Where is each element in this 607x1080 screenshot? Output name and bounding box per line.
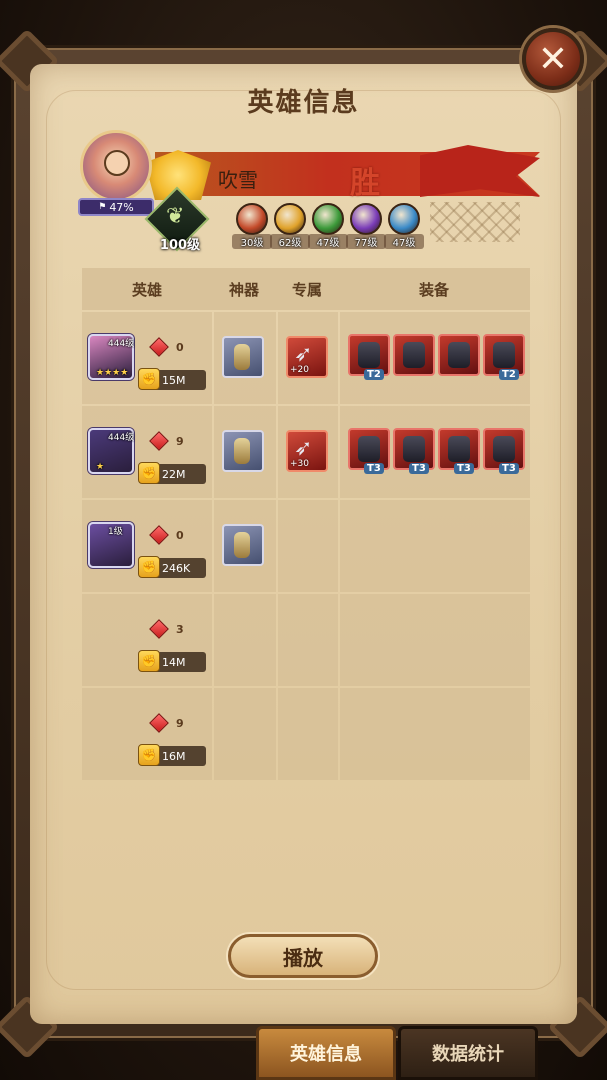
fist-icon: ✊ bbox=[138, 368, 160, 390]
armor-icon bbox=[448, 342, 470, 368]
page-title: 英雄信息 bbox=[247, 88, 360, 118]
cell-artifact bbox=[214, 688, 276, 780]
bow-icon: ➶ bbox=[294, 342, 313, 367]
table-row: 1级 0 246K ✊ bbox=[82, 500, 530, 592]
faction-level: 47级 bbox=[384, 234, 424, 249]
armor-icon bbox=[403, 436, 425, 462]
cell-exclusive bbox=[278, 594, 338, 686]
tab-hero-info[interactable]: 英雄信息 bbox=[256, 1026, 396, 1080]
header-hero: 英雄 bbox=[131, 280, 162, 299]
hero-stars: ★★★★ bbox=[96, 368, 129, 378]
tab-data-stats[interactable]: 数据统计 bbox=[398, 1026, 538, 1080]
close-icon: ✕ bbox=[537, 38, 569, 80]
faction-nature-icon bbox=[312, 203, 344, 235]
armor-icon bbox=[493, 436, 515, 462]
cell-artifact bbox=[214, 594, 276, 686]
cell-hero bbox=[82, 594, 212, 686]
faction-water-icon bbox=[388, 203, 420, 235]
player-level: 100级 bbox=[159, 238, 201, 253]
gem-count: 3 bbox=[176, 623, 184, 636]
equipment-item[interactable]: T3 bbox=[438, 428, 480, 474]
armor-icon bbox=[448, 436, 470, 462]
hero-level: 444级 bbox=[108, 339, 135, 349]
hero-level: 444级 bbox=[108, 433, 135, 443]
equipment-tier: T2 bbox=[499, 369, 519, 380]
cell-exclusive bbox=[278, 500, 338, 592]
artifact-item[interactable] bbox=[222, 430, 264, 472]
bow-icon: ➶ bbox=[294, 436, 313, 461]
hero-stars: ★ bbox=[96, 462, 105, 472]
gem-count: 0 bbox=[176, 529, 184, 542]
armor-icon bbox=[358, 436, 380, 462]
faction-level: 47级 bbox=[308, 234, 348, 249]
equipment-item[interactable] bbox=[393, 334, 435, 376]
gem-count: 9 bbox=[176, 435, 184, 448]
fist-icon: ✊ bbox=[138, 744, 160, 766]
exclusive-enhance: +30 bbox=[290, 459, 309, 469]
armor-icon bbox=[403, 342, 425, 368]
hero-table: 英雄 神器 专属 装备 444级 ★★★★ 0 15M ✊ ➶ +20 T2 T2 444级 ★ 9 2… bbox=[82, 268, 530, 780]
fist-icon: ✊ bbox=[138, 556, 160, 578]
progress-icon: ⚑ bbox=[98, 202, 107, 212]
header-equipment: 装备 bbox=[418, 280, 449, 299]
cell-hero bbox=[82, 688, 212, 780]
banner-decoration bbox=[430, 202, 520, 242]
table-row: 444级 ★ 9 22M ✊ ➶ +30 T3 T3 T3 T3 bbox=[82, 406, 530, 498]
equipment-item[interactable]: T3 bbox=[348, 428, 390, 474]
table-row: 444级 ★★★★ 0 15M ✊ ➶ +20 T2 T2 bbox=[82, 312, 530, 404]
cell-equipment bbox=[340, 500, 530, 592]
artifact-icon bbox=[234, 532, 250, 558]
faction-level: 30级 bbox=[232, 234, 272, 249]
faction-fire-icon bbox=[236, 203, 268, 235]
avatar-portrait bbox=[104, 150, 130, 176]
artifact-icon bbox=[234, 438, 250, 464]
fist-icon: ✊ bbox=[138, 462, 160, 484]
exclusive-weapon[interactable]: ➶ +30 bbox=[286, 430, 328, 472]
faction-level: 62级 bbox=[270, 234, 310, 249]
hero-level: 1级 bbox=[108, 527, 123, 537]
equipment-tier: T3 bbox=[364, 463, 384, 474]
equipment-tier: T2 bbox=[364, 369, 384, 380]
player-name: 吹雪 bbox=[218, 168, 258, 192]
armor-icon bbox=[493, 342, 515, 368]
header-exclusive: 专属 bbox=[291, 280, 322, 299]
result-label: 胜 bbox=[350, 166, 380, 201]
close-button[interactable]: ✕ bbox=[522, 28, 584, 90]
equipment-tier: T3 bbox=[409, 463, 429, 474]
equipment-tier: T3 bbox=[499, 463, 519, 474]
equipment-item[interactable]: T3 bbox=[393, 428, 435, 474]
play-button[interactable]: 播放 bbox=[228, 934, 378, 978]
table-header: 英雄 神器 专属 装备 bbox=[82, 268, 530, 310]
gem-count: 9 bbox=[176, 717, 184, 730]
exclusive-weapon[interactable]: ➶ +20 bbox=[286, 336, 328, 378]
cell-equipment bbox=[340, 594, 530, 686]
table-row: 3 14M ✊ bbox=[82, 594, 530, 686]
faction-shadow-icon bbox=[350, 203, 382, 235]
equipment-item[interactable]: T2 bbox=[348, 334, 390, 380]
equipment-item[interactable]: T3 bbox=[483, 428, 525, 474]
faction-level: 77级 bbox=[346, 234, 386, 249]
faction-light-icon bbox=[274, 203, 306, 235]
table-row: 9 16M ✊ bbox=[82, 688, 530, 780]
equipment-item[interactable] bbox=[438, 334, 480, 376]
exclusive-enhance: +20 bbox=[290, 365, 309, 375]
cell-exclusive bbox=[278, 688, 338, 780]
artifact-icon bbox=[234, 344, 250, 370]
artifact-item[interactable] bbox=[222, 336, 264, 378]
equipment-item[interactable]: T2 bbox=[483, 334, 525, 380]
armor-icon bbox=[358, 342, 380, 368]
equipment-tier: T3 bbox=[454, 463, 474, 474]
fist-icon: ✊ bbox=[138, 650, 160, 672]
progress-badge: ⚑ 47% bbox=[78, 198, 154, 216]
tree-icon: ❦ bbox=[166, 204, 185, 229]
artifact-item[interactable] bbox=[222, 524, 264, 566]
cell-equipment bbox=[340, 688, 530, 780]
header-artifact: 神器 bbox=[228, 280, 259, 299]
gem-count: 0 bbox=[176, 341, 184, 354]
progress-value: 47% bbox=[109, 200, 134, 214]
